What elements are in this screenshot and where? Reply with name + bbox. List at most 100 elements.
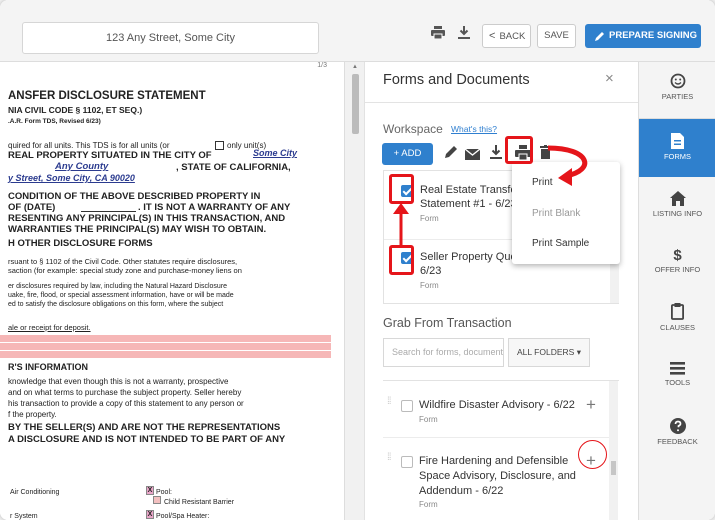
dollar-icon: $ [673,247,682,264]
workspace-item-type: Form [420,214,439,223]
drag-handle-icon[interactable]: ⁞⁞ [387,453,397,467]
rail-label: OFFER INFO [654,265,701,274]
rail-item-feedback[interactable]: FEEDBACK [639,406,715,462]
doc-line: rsuant to § 1102 of the Civil Code. Othe… [8,257,238,266]
doc-line: CONDITION OF THE ABOVE DESCRIBED PROPERT… [8,191,261,202]
rail-label: TOOLS [664,378,691,387]
rail-label: LISTING INFO [652,209,703,218]
save-button[interactable]: SAVE [537,24,576,48]
document-icon [671,133,684,149]
doc-line: A DISCLOSURE AND IS NOT INTENDED TO BE P… [8,434,286,445]
right-nav-rail: PARTIES FORMS LISTING INFO $ OFFER INFO … [638,62,715,520]
rail-label: FORMS [663,152,692,161]
workspace-item-title: Real Estate Transfer [420,184,521,196]
doc-checkbox-spa[interactable]: X [146,510,154,519]
scroll-up-icon[interactable]: ▲ [352,64,358,70]
smiley-icon [670,73,685,89]
workspace-item-type: Form [420,281,439,290]
annotation-box-print-icon [505,136,533,164]
doc-line: uake, fire, flood, or special assessment… [8,292,234,299]
whats-this-link[interactable]: What's this? [451,124,497,134]
transaction-form-title: Space Advisory, Disclosure, and [419,470,576,482]
transaction-list-scrollbar[interactable] [609,381,618,520]
back-button[interactable]: < BACK [482,24,531,48]
drag-handle-icon[interactable]: ⁞⁞ [387,397,397,411]
menu-item-print-blank[interactable]: Print Blank [532,208,580,219]
doc-checkbox-pool[interactable]: X [146,486,154,495]
download-icon[interactable] [458,26,470,44]
annotation-circle-plus [578,440,607,469]
doc-line: WARRANTIES THE PRINCIPAL(S) MAY WISH TO … [8,224,267,235]
rail-item-parties[interactable]: PARTIES [639,62,715,118]
document-scroll-thumb[interactable] [352,74,359,134]
rail-item-clauses[interactable]: CLAUSES [639,292,715,348]
annotation-box-checkbox [389,245,414,275]
pencil-icon[interactable] [444,145,458,164]
grab-from-transaction-label: Grab From Transaction [383,316,512,330]
workspace-item-title: Statement #1 - 6/23 [420,198,517,210]
rail-label: FEEDBACK [657,437,698,446]
rail-item-tools[interactable]: TOOLS [639,349,715,405]
search-input[interactable]: Search for forms, documents [383,338,504,367]
doc-line: OF (DATE) [8,202,56,213]
transaction-form-item[interactable]: ⁞⁞ Wildfire Disaster Advisory - 6/22 For… [383,381,619,437]
rail-item-forms[interactable]: FORMS [639,119,715,177]
doc-line: REAL PROPERTY SITUATED IN THE CITY OF [8,150,212,161]
print-icon[interactable] [431,26,445,44]
add-button[interactable]: + ADD [382,143,433,165]
back-label: BACK [499,31,526,42]
menu-item-print-sample[interactable]: Print Sample [532,238,589,249]
download-icon[interactable] [490,145,502,164]
doc-line: .A.R. Form TDS, Revised 6/23) [8,118,101,125]
doc-line: NIA CIVIL CODE § 1102, ET SEQ.) [8,105,143,115]
workspace-item-title: 6/23 [420,265,442,277]
transaction-form-title: Wildfire Disaster Advisory - 6/22 [419,399,575,411]
doc-title: ANSFER DISCLOSURE STATEMENT [8,90,206,102]
annotation-box-checkbox [389,174,414,204]
pencil-icon [595,32,604,41]
doc-line: ed to satisfy the disclosure obligations… [8,301,224,308]
transaction-list-scroll-thumb[interactable] [611,461,616,475]
page-indicator: 1/3 [317,62,327,69]
top-toolbar: 123 Any Street, Some City < BACK SAVE PRE… [0,0,715,62]
doc-fill-city[interactable]: Some City [253,149,297,158]
add-form-plus-icon[interactable]: + [586,395,596,415]
prepare-signing-button[interactable]: PREPARE SIGNING [585,24,701,48]
clipboard-icon [671,303,684,320]
transaction-form-checkbox[interactable] [401,400,413,412]
workspace-label: Workspace [383,122,443,136]
print-dropdown-menu: Print Print Blank Print Sample [512,162,620,264]
document-viewer[interactable]: 1/3 ANSFER DISCLOSURE STATEMENT NIA CIVI… [0,62,344,520]
doc-line: saction (for example: special study zone… [8,266,242,275]
transaction-form-type: Form [419,415,438,424]
doc-fill-address[interactable]: y Street, Some City, CA 90020 [8,174,135,183]
doc-line: quired for all units. This TDS is for al… [8,141,170,150]
transaction-form-checkbox[interactable] [401,456,413,468]
doc-line: , STATE OF CALIFORNIA, [176,162,291,173]
chevron-left-icon: < [489,30,496,42]
doc-line: BY THE SELLER(S) AND ARE NOT THE REPRESE… [8,422,281,433]
highlighted-field[interactable] [0,335,331,359]
doc-line: RESENTING ANY PRINCIPAL(S) IN THIS TRANS… [8,213,286,224]
property-address-field[interactable]: 123 Any Street, Some City [22,22,319,54]
menu-item-print[interactable]: Print [532,177,553,188]
rail-item-offer-info[interactable]: $ OFFER INFO [639,235,715,291]
rail-item-listing-info[interactable]: LISTING INFO [639,177,715,233]
doc-line: r System [10,513,38,520]
all-folders-dropdown[interactable]: ALL FOLDERS ▾ [508,338,590,367]
email-icon[interactable] [464,147,481,165]
prepare-signing-label: PREPARE SIGNING [609,30,697,41]
doc-line: Child Resistant Barrier [164,499,235,506]
list-icon [670,362,685,375]
help-icon [669,418,686,434]
close-icon[interactable]: × [605,70,614,87]
doc-line: ale or receipt for deposit. [8,323,91,332]
panel-title: Forms and Documents [383,72,530,88]
document-scrollbar[interactable]: ▲ [344,62,364,520]
doc-line: and on what terms to purchase the subjec… [8,388,242,397]
transaction-form-type: Form [419,500,438,509]
doc-fill-county[interactable]: Any County [55,162,108,172]
doc-checkbox-barrier[interactable] [153,496,161,504]
doc-line: his transaction to provide a copy of thi… [8,399,244,408]
divider [365,102,639,103]
